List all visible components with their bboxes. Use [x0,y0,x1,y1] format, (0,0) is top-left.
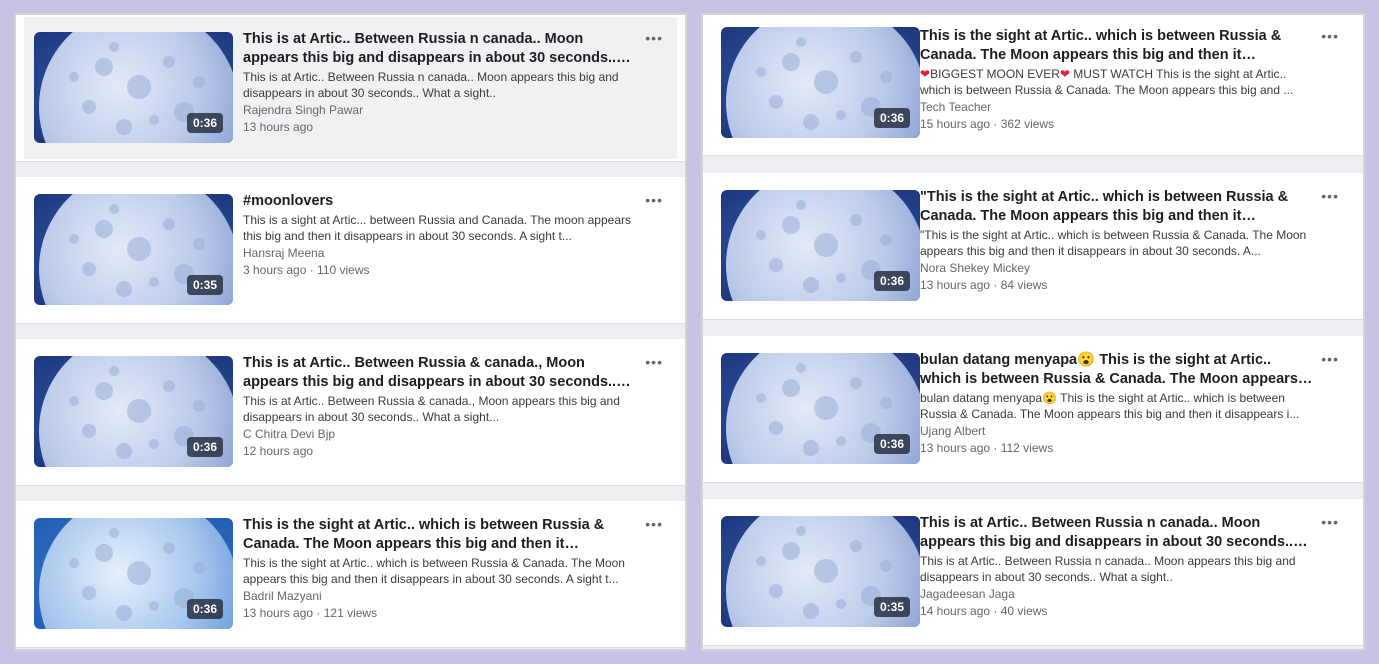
video-author[interactable]: Hansraj Meena [243,245,637,262]
video-title[interactable]: This is the sight at Artic.. which is be… [243,516,637,554]
video-meta: 13 hours ago · 121 views [243,606,378,620]
video-description: This is the sight at Artic.. which is be… [243,556,625,586]
video-result[interactable]: 0:35 This is at Artic.. Between Russia n… [703,499,1363,646]
video-meta: 13 hours ago [243,120,314,134]
more-options-icon[interactable]: ••• [1321,29,1339,43]
video-duration: 0:36 [186,599,223,619]
video-duration: 0:36 [186,113,223,133]
video-description: This is at Artic.. Between Russia & cana… [243,394,620,424]
video-author[interactable]: Nora Shekey Mickey [920,260,1315,277]
left-video-list: 0:36 This is at Artic.. Between Russia n… [14,13,687,651]
more-options-icon[interactable]: ••• [645,355,663,369]
video-thumbnail[interactable]: 0:36 [34,518,233,629]
video-result[interactable]: 0:35 #moonlovers This is a sight at Arti… [16,177,685,324]
video-duration: 0:36 [186,437,223,457]
video-author[interactable]: Badril Mazyani [243,588,637,605]
video-result[interactable]: 0:36 This is the sight at Artic.. which … [703,15,1363,156]
video-meta: 3 hours ago · 110 views [243,263,370,277]
video-thumbnail[interactable]: 0:36 [721,190,920,301]
video-author[interactable]: Jagadeesan Jaga [920,586,1315,603]
video-thumbnail[interactable]: 0:35 [721,516,920,627]
video-result[interactable]: 0:36 This is at Artic.. Between Russia &… [16,339,685,486]
video-author[interactable]: C Chitra Devi Bjp [243,426,637,443]
video-duration: 0:36 [873,271,910,291]
more-options-icon[interactable]: ••• [645,31,663,45]
video-meta: 13 hours ago · 84 views [920,278,1048,292]
video-thumbnail[interactable]: 0:36 [34,32,233,143]
video-title[interactable]: This is at Artic.. Between Russia n cana… [243,30,637,68]
video-duration: 0:35 [873,597,910,617]
video-author[interactable]: Rajendra Singh Pawar [243,102,637,119]
video-title[interactable]: bulan datang menyapa😮 This is the sight … [920,351,1315,389]
more-options-icon[interactable]: ••• [1321,515,1339,529]
heart-emoji-icon: ❤ [1059,67,1070,81]
video-title[interactable]: This is the sight at Artic.. which is be… [920,27,1315,65]
more-options-icon[interactable]: ••• [645,517,663,531]
video-meta: 13 hours ago · 112 views [920,441,1054,455]
video-result[interactable]: 0:36 This is the sight at Artic.. which … [16,501,685,648]
video-thumbnail[interactable]: 0:36 [34,356,233,467]
more-options-icon[interactable]: ••• [1321,189,1339,203]
video-result[interactable]: 0:36 "This is the sight at Artic.. which… [703,173,1363,320]
video-meta: 14 hours ago · 40 views [920,604,1048,618]
video-meta: 15 hours ago · 362 views [920,117,1055,131]
video-duration: 0:36 [873,108,910,128]
video-description: ❤BIGGEST MOON EVER❤ MUST WATCH This is t… [920,67,1294,97]
video-result[interactable]: 0:36 This is at Artic.. Between Russia n… [16,15,685,162]
more-options-icon[interactable]: ••• [1321,352,1339,366]
video-author[interactable]: Ujang Albert [920,423,1315,440]
heart-emoji-icon: ❤ [920,67,931,81]
video-result[interactable]: 0:36 bulan datang menyapa😮 This is the s… [703,336,1363,483]
video-title[interactable]: "This is the sight at Artic.. which is b… [920,188,1315,226]
right-video-list: 0:36 This is the sight at Artic.. which … [701,13,1365,651]
video-description: "This is the sight at Artic.. which is b… [920,228,1307,258]
video-title[interactable]: This is at Artic.. Between Russia & cana… [243,354,637,392]
video-thumbnail[interactable]: 0:36 [721,353,920,464]
video-thumbnail[interactable]: 0:35 [34,194,233,305]
video-author[interactable]: Tech Teacher [920,99,1315,116]
video-description: This is at Artic.. Between Russia n cana… [243,70,619,100]
video-description: This is a sight at Artic... between Russ… [243,213,631,243]
video-description: bulan datang menyapa😮 This is the sight … [920,391,1300,421]
video-duration: 0:35 [186,275,223,295]
more-options-icon[interactable]: ••• [645,193,663,207]
video-thumbnail[interactable]: 0:36 [721,27,920,138]
video-duration: 0:36 [873,434,910,454]
video-description: This is at Artic.. Between Russia n cana… [920,554,1296,584]
video-title[interactable]: This is at Artic.. Between Russia n cana… [920,514,1315,552]
video-title[interactable]: #moonlovers [243,192,637,211]
video-meta: 12 hours ago [243,444,314,458]
